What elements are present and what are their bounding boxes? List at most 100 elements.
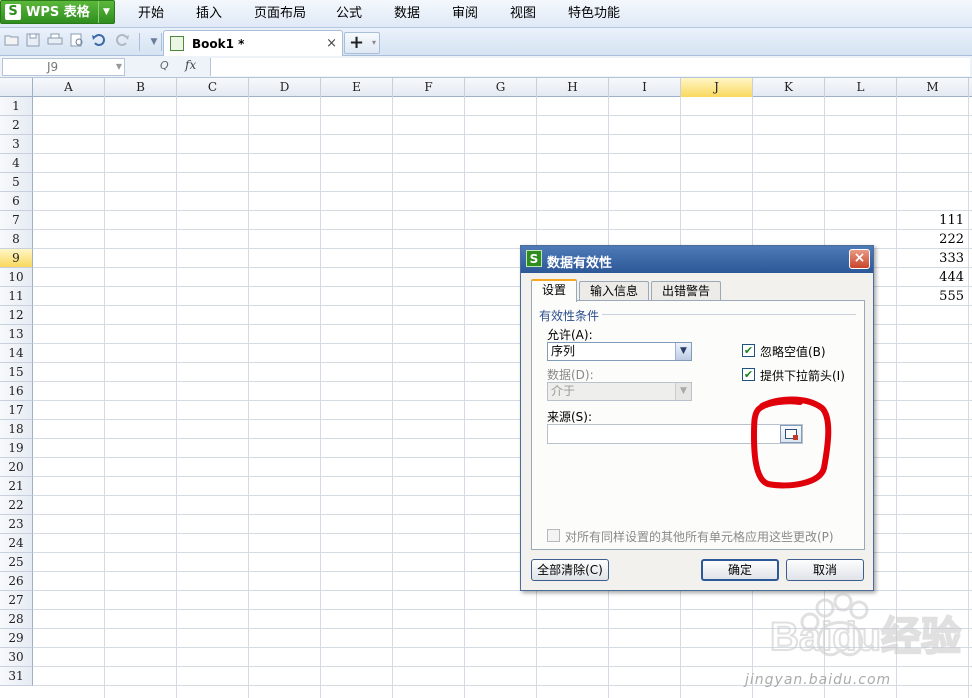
ignore-blank-label[interactable]: 忽略空值(B) [760, 343, 826, 360]
app-name: WPS 表格 [26, 5, 90, 20]
in-cell-dropdown-label[interactable]: 提供下拉箭头(I) [760, 367, 845, 384]
column-header-h[interactable]: H [537, 78, 609, 97]
menu-special-features[interactable]: 特色功能 [568, 6, 620, 22]
data-select: 介于 ▼ [547, 382, 692, 401]
name-box[interactable]: J9 ▼ [2, 58, 125, 76]
document-tab[interactable]: Book1 * × [163, 30, 343, 56]
new-tab-button[interactable]: + ▾ [344, 32, 380, 54]
row-header-17[interactable]: 17 [0, 401, 33, 420]
row-header-24[interactable]: 24 [0, 534, 33, 553]
row-header-27[interactable]: 27 [0, 591, 33, 610]
row-header-10[interactable]: 10 [0, 268, 33, 287]
row-header-26[interactable]: 26 [0, 572, 33, 591]
row-header-19[interactable]: 19 [0, 439, 33, 458]
row-header-14[interactable]: 14 [0, 344, 33, 363]
row-header-3[interactable]: 3 [0, 135, 33, 154]
row-header-31[interactable]: 31 [0, 667, 33, 686]
menu-data[interactable]: 数据 [394, 6, 420, 22]
dialog-title: 数据有效性 [547, 256, 613, 271]
tab-input-message[interactable]: 输入信息 [579, 281, 649, 301]
cell-reference: J9 [47, 60, 59, 74]
chevron-down-icon[interactable]: ▾ [372, 38, 376, 47]
app-menu-button[interactable]: S WPS 表格 ▼ [0, 0, 115, 24]
chevron-down-icon[interactable]: ▼ [98, 1, 114, 23]
column-header-b[interactable]: B [105, 78, 177, 97]
close-icon[interactable]: × [326, 36, 337, 51]
column-header-f[interactable]: F [393, 78, 465, 97]
row-header-21[interactable]: 21 [0, 477, 33, 496]
row-header-4[interactable]: 4 [0, 154, 33, 173]
source-label: 来源(S): [547, 410, 593, 424]
cell-m7[interactable]: 111 [897, 211, 967, 230]
row-header-9[interactable]: 9 [0, 249, 33, 268]
menu-home[interactable]: 开始 [138, 6, 164, 22]
ignore-blank-checkbox[interactable]: ✔ [742, 344, 755, 357]
row-header-6[interactable]: 6 [0, 192, 33, 211]
menu-review[interactable]: 审阅 [452, 6, 478, 22]
apply-all-checkbox [547, 529, 560, 542]
menu-page-layout[interactable]: 页面布局 [254, 6, 306, 22]
cancel-button[interactable]: 取消 [786, 559, 864, 581]
cell-m8[interactable]: 222 [897, 230, 967, 249]
close-icon[interactable]: × [849, 249, 870, 269]
row-header-28[interactable]: 28 [0, 610, 33, 629]
column-header-a[interactable]: A [33, 78, 105, 97]
tab-settings[interactable]: 设置 [531, 279, 577, 302]
ok-button[interactable]: 确定 [701, 559, 779, 581]
column-header-d[interactable]: D [249, 78, 321, 97]
undo-icon[interactable] [90, 33, 108, 51]
row-header-29[interactable]: 29 [0, 629, 33, 648]
watermark-brand: Baidu经验 [770, 615, 961, 659]
row-header-20[interactable]: 20 [0, 458, 33, 477]
select-all-corner[interactable] [0, 78, 33, 97]
dialog-title-bar[interactable]: S 数据有效性 × [521, 246, 873, 273]
column-header-e[interactable]: E [321, 78, 393, 97]
row-header-7[interactable]: 7 [0, 211, 33, 230]
row-header-22[interactable]: 22 [0, 496, 33, 515]
chevron-down-icon[interactable]: ▼ [116, 59, 122, 75]
column-header-m[interactable]: M [897, 78, 969, 97]
formula-input[interactable] [210, 58, 970, 76]
column-header-l[interactable]: L [825, 78, 897, 97]
group-divider [602, 314, 856, 315]
plus-icon: + [349, 32, 365, 53]
clear-all-button[interactable]: 全部清除(C) [531, 559, 609, 581]
menu-formulas[interactable]: 公式 [336, 6, 362, 22]
cell-m9[interactable]: 333 [897, 249, 967, 268]
row-header-30[interactable]: 30 [0, 648, 33, 667]
row-header-11[interactable]: 11 [0, 287, 33, 306]
print-preview-icon[interactable] [68, 33, 86, 51]
row-header-8[interactable]: 8 [0, 230, 33, 249]
row-header-2[interactable]: 2 [0, 116, 33, 135]
row-header-23[interactable]: 23 [0, 515, 33, 534]
redo-icon[interactable] [113, 33, 131, 51]
column-header-i[interactable]: I [609, 78, 681, 97]
red-highlight-annotation [751, 396, 832, 489]
row-header-16[interactable]: 16 [0, 382, 33, 401]
column-header-j[interactable]: J [681, 78, 753, 97]
zoom-icon[interactable]: Q [160, 59, 169, 72]
row-header-18[interactable]: 18 [0, 420, 33, 439]
row-header-5[interactable]: 5 [0, 173, 33, 192]
in-cell-dropdown-checkbox[interactable]: ✔ [742, 368, 755, 381]
allow-select[interactable]: 序列 ▼ [547, 342, 692, 361]
row-header-12[interactable]: 12 [0, 306, 33, 325]
menu-insert[interactable]: 插入 [196, 6, 222, 22]
column-header-g[interactable]: G [465, 78, 537, 97]
cell-m10[interactable]: 444 [897, 268, 967, 287]
insert-function-icon[interactable]: fx [185, 58, 196, 72]
save-icon[interactable] [24, 33, 42, 51]
row-header-1[interactable]: 1 [0, 97, 33, 116]
menu-view[interactable]: 视图 [510, 6, 536, 22]
row-header-15[interactable]: 15 [0, 363, 33, 382]
column-header-k[interactable]: K [753, 78, 825, 97]
open-icon[interactable] [3, 33, 21, 51]
chevron-down-icon[interactable]: ▼ [675, 343, 691, 360]
cell-m11[interactable]: 555 [897, 287, 967, 306]
print-icon[interactable] [46, 33, 64, 51]
row-header-13[interactable]: 13 [0, 325, 33, 344]
column-header-c[interactable]: C [177, 78, 249, 97]
row-header-25[interactable]: 25 [0, 553, 33, 572]
toolbar-separator [161, 33, 162, 51]
tab-error-alert[interactable]: 出错警告 [651, 281, 721, 301]
